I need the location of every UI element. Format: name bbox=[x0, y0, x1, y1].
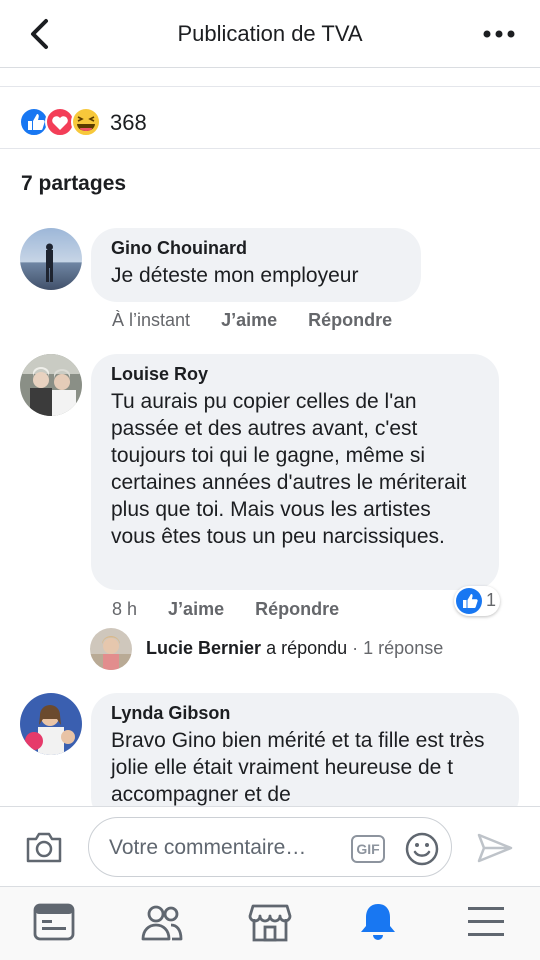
divider bbox=[0, 86, 540, 87]
reply-button[interactable]: Répondre bbox=[308, 310, 392, 330]
notifications-icon[interactable] bbox=[356, 901, 400, 943]
avatar[interactable] bbox=[20, 693, 82, 755]
comment-input-wrapper: GIF bbox=[88, 817, 452, 877]
comment-composer: GIF bbox=[0, 806, 540, 886]
news-feed-icon[interactable] bbox=[32, 901, 76, 943]
menu-icon[interactable] bbox=[464, 901, 508, 943]
gif-button[interactable]: GIF bbox=[351, 835, 385, 863]
comment-input[interactable] bbox=[109, 832, 345, 864]
reply-button[interactable]: Répondre bbox=[255, 599, 339, 619]
comment-bubble[interactable]: Louise Roy Tu aurais pu copier celles de… bbox=[91, 354, 499, 590]
comment-actions: 8 h J’aime Répondre bbox=[112, 599, 365, 620]
emoji-icon[interactable] bbox=[405, 832, 439, 866]
reaction-count: 368 bbox=[110, 110, 147, 135]
like-button[interactable]: J’aime bbox=[168, 599, 224, 619]
comment-bubble[interactable]: Lynda Gibson Bravo Gino bien mérité et t… bbox=[91, 693, 519, 823]
comment-author[interactable]: Lynda Gibson bbox=[111, 703, 499, 724]
comment-time: 8 h bbox=[112, 599, 138, 619]
page-title: Publication de TVA bbox=[177, 21, 363, 46]
comment-actions: À l’instant J’aime Répondre bbox=[112, 310, 418, 331]
comment-text: Tu aurais pu copier celles de l'an passé… bbox=[111, 390, 467, 548]
divider bbox=[0, 148, 540, 149]
reply-author: Lucie Bernier bbox=[146, 638, 262, 658]
more-options-icon[interactable] bbox=[482, 20, 516, 48]
shares-count[interactable]: 7 partages bbox=[21, 172, 126, 196]
avatar[interactable] bbox=[20, 354, 82, 416]
love-icon bbox=[45, 107, 75, 137]
reaction-icons bbox=[20, 107, 101, 137]
friends-icon[interactable] bbox=[140, 901, 184, 943]
like-button[interactable]: J’aime bbox=[221, 310, 277, 330]
reply-count: · 1 réponse bbox=[352, 638, 444, 658]
marketplace-icon[interactable] bbox=[248, 901, 292, 943]
comment-bubble[interactable]: Gino Chouinard Je déteste mon employeur bbox=[91, 228, 421, 302]
avatar[interactable] bbox=[20, 228, 82, 290]
comment-like-count: 1 bbox=[486, 590, 497, 610]
comment-time: À l’instant bbox=[112, 310, 191, 330]
send-icon[interactable] bbox=[476, 831, 514, 865]
comment-author[interactable]: Gino Chouinard bbox=[111, 238, 401, 259]
like-icon bbox=[20, 107, 49, 137]
avatar bbox=[90, 628, 132, 670]
top-bar: Publication de TVA bbox=[0, 0, 540, 68]
camera-icon[interactable] bbox=[24, 829, 64, 865]
bottom-tab-bar bbox=[0, 886, 540, 960]
like-icon bbox=[456, 588, 482, 614]
comment-author[interactable]: Louise Roy bbox=[111, 364, 479, 385]
comment-like-badge[interactable]: 1 bbox=[454, 586, 500, 616]
comment-text: Je déteste mon employeur bbox=[111, 264, 359, 287]
haha-icon bbox=[71, 107, 101, 137]
comment-text: Bravo Gino bien mérité et ta fille est t… bbox=[111, 729, 485, 806]
reply-action: a répondu bbox=[266, 638, 348, 658]
